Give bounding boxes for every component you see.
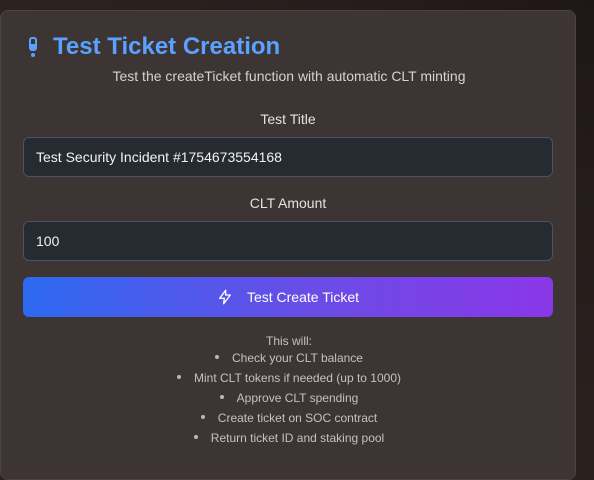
test-title-label: Test Title: [23, 111, 553, 127]
test-ticket-panel: Test Ticket Creation Test the createTick…: [0, 10, 576, 480]
bullet-icon: [201, 415, 205, 419]
test-create-ticket-button[interactable]: Test Create Ticket: [23, 277, 553, 317]
info-heading: This will:: [1, 334, 577, 348]
test-create-ticket-label: Test Create Ticket: [247, 289, 359, 305]
panel-header: Test Ticket Creation: [25, 33, 280, 61]
bullet-icon: [194, 435, 198, 439]
bolt-icon: [217, 289, 233, 305]
list-item: Check your CLT balance: [1, 348, 577, 368]
bullet-icon: [215, 355, 219, 359]
bullet-icon: [220, 395, 224, 399]
list-item-text: Create ticket on SOC contract: [218, 411, 377, 425]
list-item: Mint CLT tokens if needed (up to 1000): [1, 368, 577, 388]
test-title-input[interactable]: [23, 137, 553, 177]
panel-title: Test Ticket Creation: [53, 33, 280, 61]
list-item: Create ticket on SOC contract: [1, 408, 577, 428]
test-tube-icon: [25, 35, 41, 59]
list-item-text: Return ticket ID and staking pool: [211, 431, 384, 445]
list-item-text: Approve CLT spending: [237, 391, 359, 405]
panel-subtitle: Test the createTicket function with auto…: [1, 68, 577, 84]
list-item: Approve CLT spending: [1, 388, 577, 408]
clt-amount-label: CLT Amount: [23, 195, 553, 211]
info-list: Check your CLT balance Mint CLT tokens i…: [1, 348, 577, 448]
list-item: Return ticket ID and staking pool: [1, 428, 577, 448]
clt-amount-input[interactable]: [23, 221, 553, 261]
list-item-text: Check your CLT balance: [232, 351, 363, 365]
bullet-icon: [177, 375, 181, 379]
list-item-text: Mint CLT tokens if needed (up to 1000): [194, 371, 401, 385]
